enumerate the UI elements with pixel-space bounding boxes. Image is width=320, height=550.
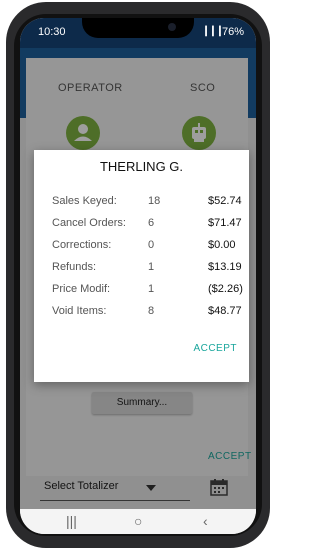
stat-row: Corrections: 0 $0.00 [52,239,249,259]
stat-row: Refunds: 1 $13.19 [52,261,249,281]
app-screen: 10:30 ▎▎▎ 76% OPERATOR SCO Summary... AC… [20,18,256,534]
stat-row: Sales Keyed: 18 $52.74 [52,195,249,215]
stat-count: 8 [148,305,155,317]
camera-notch [82,18,194,38]
cashier-stats-dialog: THERLING G. Sales Keyed: 18 $52.74 Cancel O… [34,150,249,382]
home-icon[interactable]: ○ [134,513,142,529]
stat-row: Price Modif: 1 ($2.26) [52,283,249,303]
stat-count: 18 [148,195,161,207]
dialog-title: THERLING G. [99,159,184,174]
android-nav-bar: ||| ○ ‹ [20,509,256,534]
stat-amount: $0.00 [208,239,236,251]
stat-row: Cancel Orders: 6 $71.47 [52,217,249,237]
stat-count: 0 [148,239,155,251]
stat-label: Void Items: [52,305,107,317]
status-time: 10:30 [38,26,66,38]
stat-amount: $48.77 [208,305,242,317]
stat-label: Sales Keyed: [52,195,117,207]
stat-amount: $71.47 [208,217,242,229]
recents-icon[interactable]: ||| [66,513,77,529]
battery-level: 76% [221,26,244,38]
stat-amount: $13.19 [208,261,242,273]
camera-icon [168,23,176,31]
stat-amount: ($2.26) [208,283,243,295]
stat-label: Price Modif: [52,283,111,295]
stat-label: Refunds: [52,261,97,273]
stat-count: 1 [148,261,155,273]
stat-amount: $52.74 [208,195,242,207]
accept-button[interactable]: ACCEPT [193,343,237,354]
back-icon[interactable]: ‹ [203,513,208,529]
stat-label: Corrections: [52,239,112,251]
stat-label: Cancel Orders: [52,217,126,229]
stat-count: 1 [148,283,155,295]
stat-count: 6 [148,217,155,229]
stat-row: Void Items: 8 $48.77 [52,305,249,325]
